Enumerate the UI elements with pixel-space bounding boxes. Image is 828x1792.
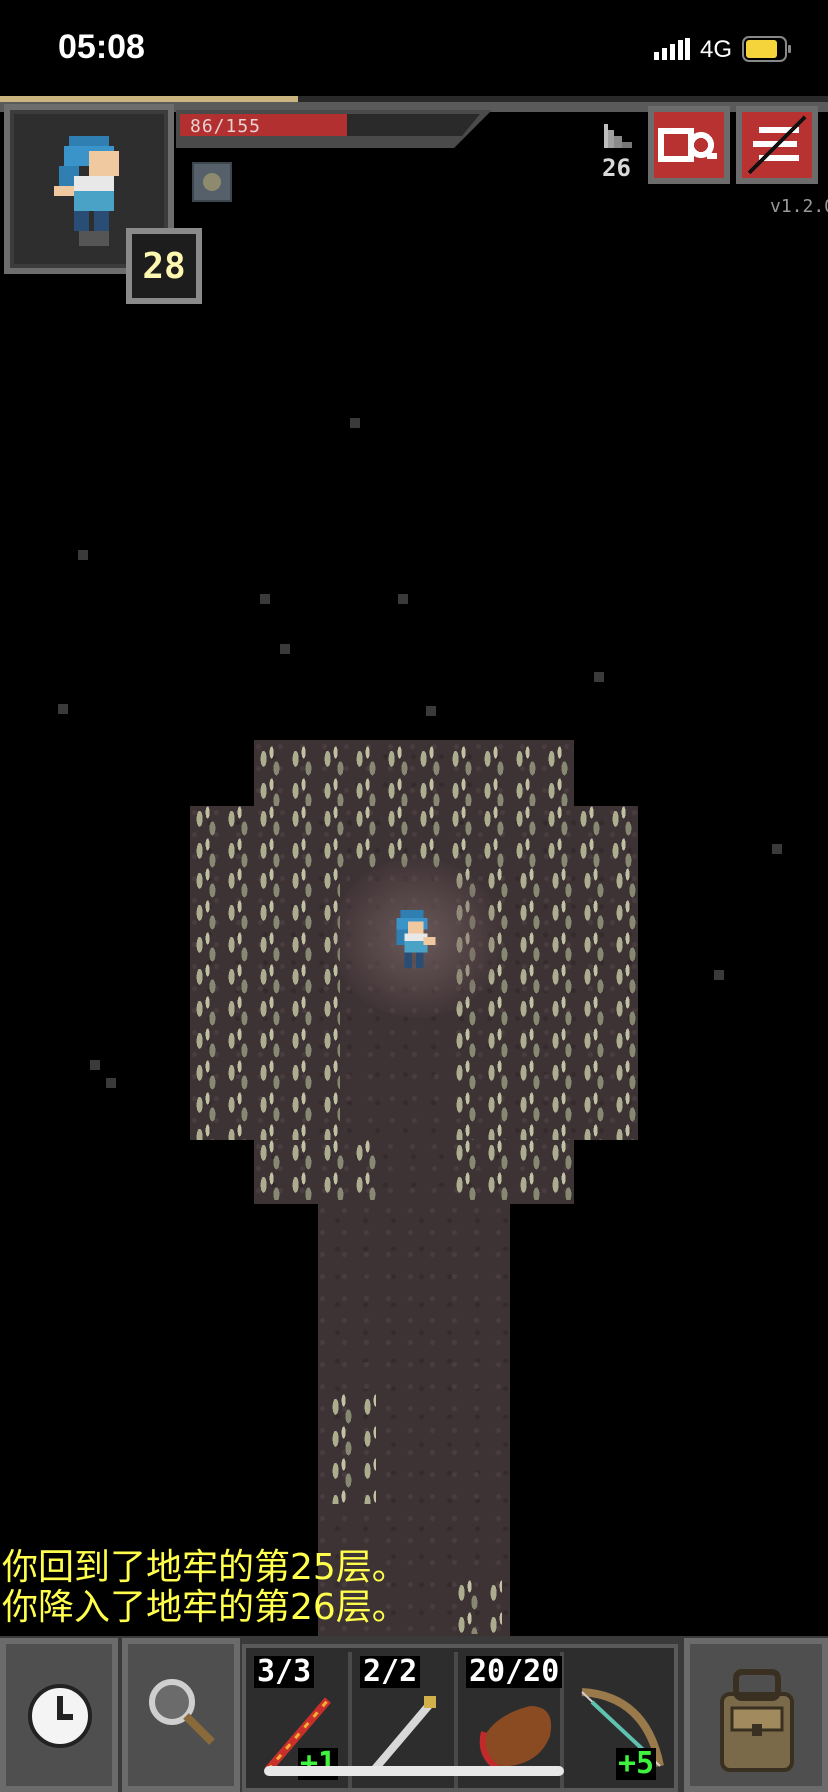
hp-bar: 86/155 <box>180 114 480 136</box>
dust-speck <box>260 594 270 604</box>
dust-speck <box>594 672 604 682</box>
buff-icon[interactable] <box>192 162 232 202</box>
dust-speck <box>78 550 88 560</box>
version-label: v1.2.0 <box>770 196 828 217</box>
dust-speck <box>714 970 724 980</box>
backpack-button[interactable] <box>684 1638 828 1792</box>
tall-grass <box>190 868 340 1140</box>
wand-silver-icon <box>370 1696 436 1773</box>
hero-level: 28 <box>142 245 186 287</box>
tall-grass <box>254 1140 382 1200</box>
stairs-depth-icon <box>604 124 632 148</box>
home-indicator[interactable] <box>264 1766 564 1776</box>
hero-portrait-sprite <box>54 136 119 246</box>
wait-button[interactable] <box>0 1638 118 1792</box>
hp-frame: 86/155 <box>176 110 492 148</box>
dust-speck <box>350 418 360 428</box>
journal-search-icon <box>658 128 717 162</box>
backpack-icon <box>720 1669 794 1772</box>
horn-icon <box>479 1706 552 1773</box>
dust-speck <box>90 1060 100 1070</box>
game-log: 你回到了地牢的第25层。 你降入了地牢的第26层。 <box>2 1548 408 1628</box>
depth-number: 26 <box>602 154 631 182</box>
dust-speck <box>772 844 782 854</box>
dust-speck <box>280 644 290 654</box>
log-line: 你降入了地牢的第26层。 <box>2 1587 408 1628</box>
dust-speck <box>398 594 408 604</box>
hero-level-badge: 28 <box>126 228 202 304</box>
dust-speck <box>426 706 436 716</box>
tall-grass <box>326 1394 376 1504</box>
quickslot-qty: 3/3 <box>254 1656 315 1688</box>
journal-button[interactable] <box>648 106 730 184</box>
quickslot-qty: 2/2 <box>360 1656 421 1688</box>
clock-icon <box>28 1684 92 1748</box>
magnifier-icon <box>149 1679 215 1745</box>
search-button[interactable] <box>122 1638 240 1792</box>
tall-grass <box>450 1140 574 1200</box>
log-line: 你回到了地牢的第25层。 <box>2 1547 408 1588</box>
menu-icon <box>747 115 807 175</box>
quickslot-qty: 20/20 <box>466 1656 563 1688</box>
tall-grass <box>452 1580 502 1634</box>
quickslot-enchant: +5 <box>616 1746 657 1781</box>
hp-text: 86/155 <box>190 116 262 137</box>
tall-grass <box>254 746 574 806</box>
dust-speck <box>106 1078 116 1088</box>
quickslot-4[interactable]: +5 <box>566 1652 670 1788</box>
menu-button[interactable] <box>736 106 818 184</box>
hero-sprite[interactable] <box>388 910 440 972</box>
dust-speck <box>58 704 68 714</box>
